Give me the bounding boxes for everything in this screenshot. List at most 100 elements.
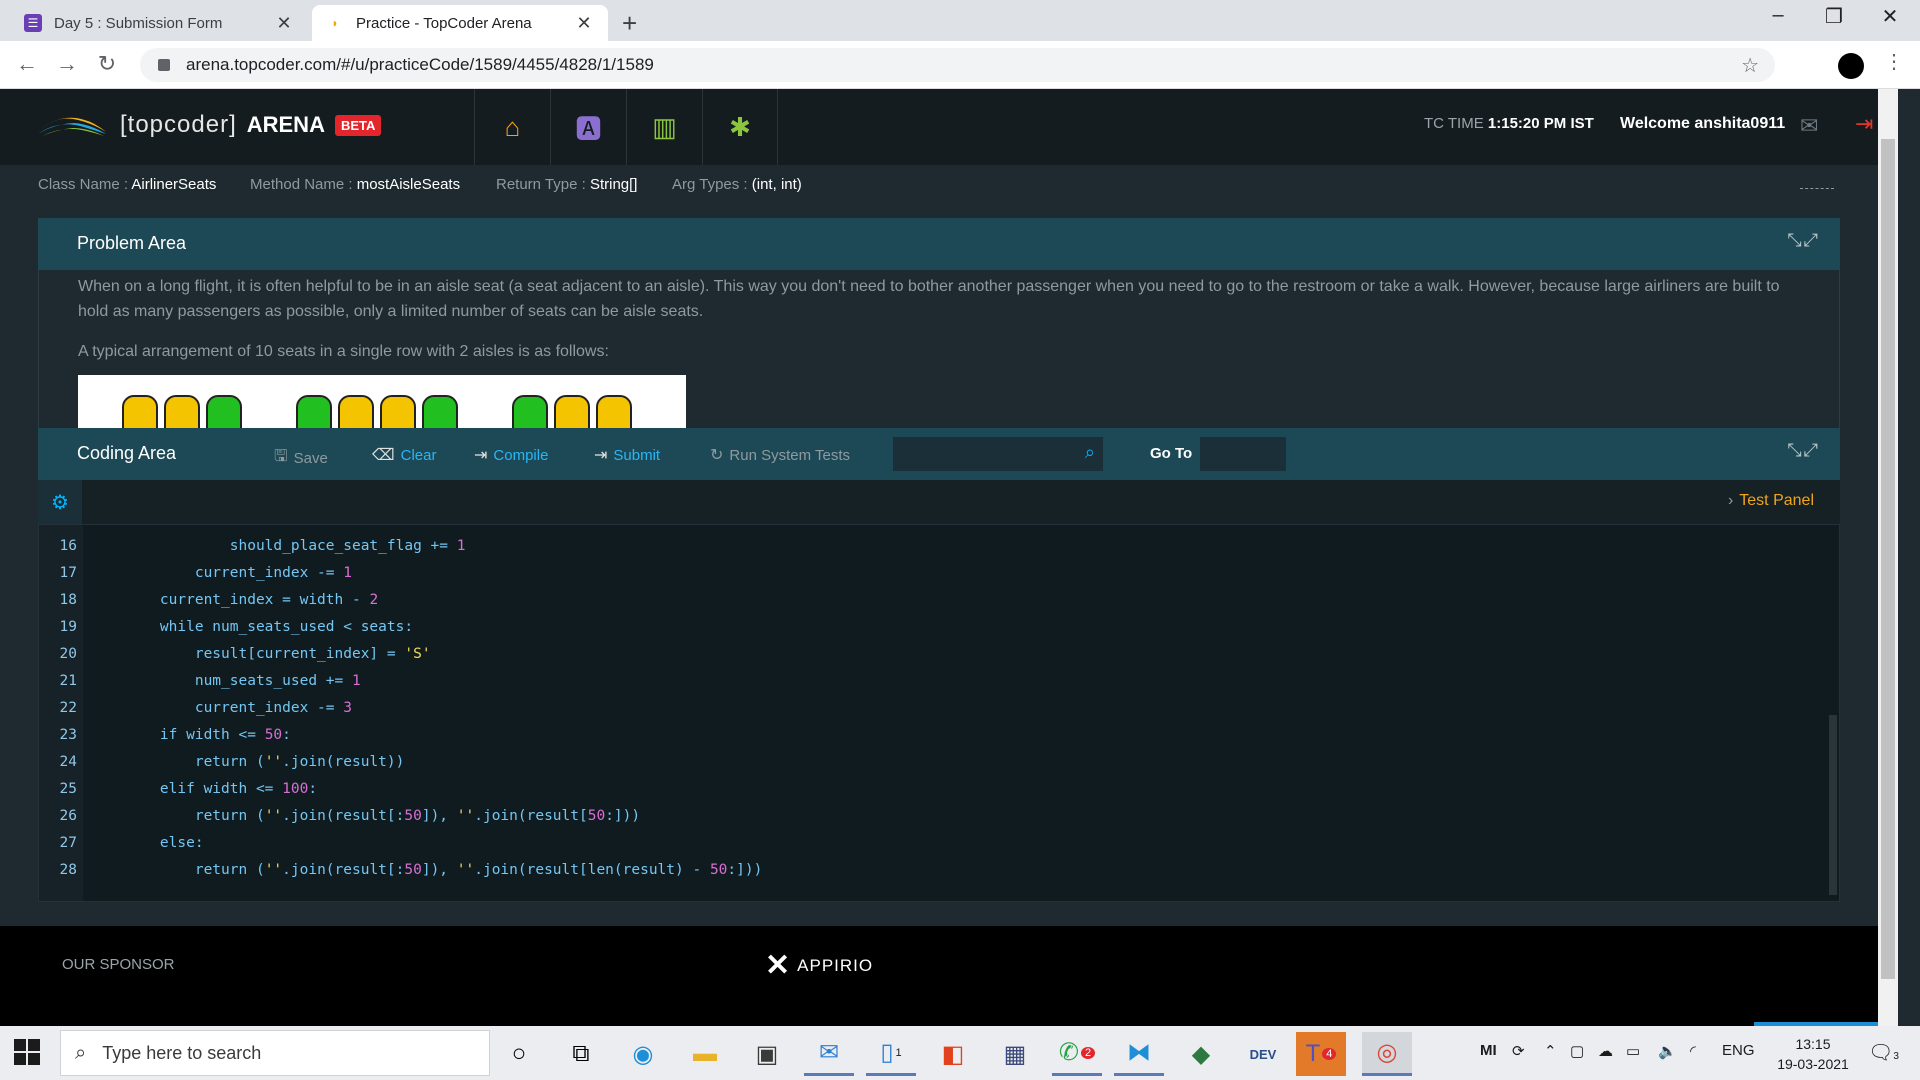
save-button[interactable]: 🖫 Save — [274, 445, 328, 472]
logo-arena: ARENA — [246, 112, 325, 137]
store-icon[interactable]: ▣ — [742, 1032, 792, 1076]
code-line[interactable]: 22 current_index -= 3 — [39, 700, 1839, 727]
seat — [596, 395, 632, 428]
code-line[interactable]: 24 return (''.join(result)) — [39, 754, 1839, 781]
submit-button[interactable]: ⇥ Submit — [594, 445, 660, 465]
line-code: current_index -= 1 — [125, 565, 352, 581]
active-contests-icon[interactable]: 🅰 — [550, 89, 626, 165]
clear-button[interactable]: ⌫ Clear — [372, 445, 436, 465]
meet-icon[interactable]: ▢ — [1570, 1042, 1584, 1060]
search-icon[interactable]: ⌕ — [1085, 442, 1095, 463]
layout-toggle-icon[interactable] — [1800, 167, 1834, 189]
test-panel-toggle[interactable]: › Test Panel — [1728, 492, 1814, 510]
clock[interactable]: 13:15 19-03-2021 — [1768, 1034, 1858, 1074]
method-name-label: Method Name : — [250, 176, 353, 193]
language-indicator[interactable]: ENG — [1722, 1042, 1755, 1059]
expand-icon[interactable]: ⤡⤢ — [1787, 440, 1820, 461]
sync-icon[interactable]: ⟳ — [1512, 1042, 1525, 1060]
code-line[interactable]: 25 elif width <= 100: — [39, 781, 1839, 808]
seat — [338, 395, 374, 428]
whatsapp-icon[interactable]: ✆ 2 — [1052, 1032, 1102, 1076]
badge: 1 — [895, 1046, 902, 1059]
code-line[interactable]: 15 else: — [39, 525, 1839, 538]
line-number: 22 — [59, 700, 77, 716]
scroll-thumb[interactable] — [1881, 139, 1895, 979]
new-tab-button[interactable]: + — [622, 8, 637, 39]
maximize-button[interactable]: ❐ — [1804, 4, 1864, 29]
forward-icon[interactable]: → — [52, 51, 82, 77]
logo-swoosh-icon — [36, 112, 108, 138]
close-tab-icon[interactable]: ✕ — [274, 13, 294, 34]
expand-icon[interactable]: ⤡⤢ — [1787, 230, 1820, 251]
save-label: Save — [293, 450, 328, 467]
teams-icon[interactable]: T4 — [1296, 1032, 1346, 1076]
logout-icon[interactable]: ⇥ — [1855, 111, 1873, 137]
devcpp-icon[interactable]: DEV — [1238, 1032, 1288, 1076]
line-number: 24 — [59, 754, 77, 770]
vscode-icon[interactable]: ⧓ — [1114, 1032, 1164, 1076]
files-icon[interactable]: ▯ 1 — [866, 1032, 916, 1076]
menu-icon[interactable]: ⋮ — [1884, 49, 1904, 74]
goto-line-input[interactable] — [1200, 437, 1286, 471]
code-line[interactable]: 27 else: — [39, 835, 1839, 862]
code-line[interactable]: 19 while num_seats_used < seats: — [39, 619, 1839, 646]
code-line[interactable]: 18 current_index = width - 2 — [39, 592, 1839, 619]
welcome-user[interactable]: Welcome anshita0911 — [1620, 115, 1785, 133]
topcoder-logo[interactable]: [topcoder] ARENA BETA — [36, 111, 382, 139]
edge-icon[interactable]: ◉ — [618, 1032, 668, 1076]
close-tab-icon[interactable]: ✕ — [574, 13, 594, 34]
line-code: current_index -= 3 — [125, 700, 352, 716]
code-line[interactable]: 28 return (''.join(result[:50]), ''.join… — [39, 862, 1839, 889]
minimize-button[interactable]: – — [1748, 4, 1808, 27]
home-icon[interactable]: ⌂ — [474, 89, 550, 165]
tab-topcoder-arena[interactable]: ◗ Practice - TopCoder Arena ✕ — [312, 5, 608, 41]
page-scrollbar[interactable] — [1878, 89, 1898, 1026]
volume-icon[interactable]: 🔈 — [1658, 1042, 1677, 1060]
wifi-icon[interactable]: ◜ — [1690, 1042, 1696, 1060]
clock-time: 13:15 — [1795, 1036, 1831, 1052]
code-line[interactable]: 20 result[current_index] = 'S' — [39, 646, 1839, 673]
run-system-tests-button[interactable]: ↻ Run System Tests — [710, 445, 850, 465]
file-explorer-icon[interactable]: ▬ — [680, 1032, 730, 1076]
reload-icon[interactable]: ↻ — [92, 51, 122, 77]
bug-icon[interactable]: ✱ — [702, 89, 778, 165]
arg-types: Arg Types : (int, int) — [672, 176, 802, 193]
code-line[interactable]: 26 return (''.join(result[:50]), ''.join… — [39, 808, 1839, 835]
mail-app-icon[interactable]: ✉ — [804, 1032, 854, 1076]
code-editor[interactable]: 15 else:16 should_place_seat_flag += 117… — [38, 524, 1840, 902]
notifications-icon[interactable]: 🗨3 — [1868, 1040, 1899, 1065]
onedrive-icon[interactable]: ☁ — [1598, 1042, 1613, 1060]
task-view-icon[interactable]: ⧉ — [556, 1032, 606, 1076]
seat — [122, 395, 158, 428]
battery-icon[interactable]: ▭ — [1626, 1042, 1640, 1060]
code-search-input[interactable]: ⌕ — [893, 437, 1103, 471]
code-line[interactable]: 23 if width <= 50: — [39, 727, 1839, 754]
practice-rooms-icon[interactable]: ▥ — [626, 89, 702, 165]
bookmark-star-icon[interactable]: ☆ — [1741, 53, 1759, 78]
url-field[interactable]: arena.topcoder.com/#/u/practiceCode/1589… — [140, 48, 1775, 82]
taskbar-search-box[interactable]: ⌕ Type here to search — [60, 1030, 490, 1076]
code-line[interactable]: 17 current_index -= 1 — [39, 565, 1839, 592]
office-icon[interactable]: ◧ — [928, 1032, 978, 1076]
chevron-up-icon[interactable]: ⌃ — [1544, 1042, 1557, 1060]
compile-button[interactable]: ⇥ Compile — [474, 445, 548, 465]
code-line[interactable]: 21 num_seats_used += 1 — [39, 673, 1839, 700]
cortana-icon[interactable]: ○ — [494, 1032, 544, 1076]
appirio-logo[interactable]: ✕ APPIRIO — [765, 948, 873, 983]
calculator-icon[interactable]: ▦ — [990, 1032, 1040, 1076]
close-window-button[interactable]: ✕ — [1860, 4, 1920, 29]
tab-submission-form[interactable]: ☰ Day 5 : Submission Form ✕ — [10, 5, 308, 41]
topcoder-icon: ◗ — [331, 16, 339, 30]
mi-tray-icon[interactable]: MI — [1480, 1042, 1497, 1059]
windows-start-icon[interactable] — [14, 1039, 42, 1067]
profile-avatar[interactable] — [1838, 53, 1864, 79]
mail-icon[interactable]: ✉ — [1800, 113, 1818, 139]
footer: OUR SPONSOR ✕ APPIRIO — [0, 926, 1894, 1027]
editor-scrollbar[interactable] — [1829, 715, 1837, 895]
gear-icon[interactable]: ⚙ — [38, 480, 82, 524]
code-line[interactable]: 16 should_place_seat_flag += 1 — [39, 538, 1839, 565]
chrome-icon[interactable]: ◎ — [1362, 1032, 1412, 1076]
line-number: 20 — [59, 646, 77, 662]
back-icon[interactable]: ← — [12, 51, 42, 77]
git-icon[interactable]: ◆ — [1176, 1032, 1226, 1076]
